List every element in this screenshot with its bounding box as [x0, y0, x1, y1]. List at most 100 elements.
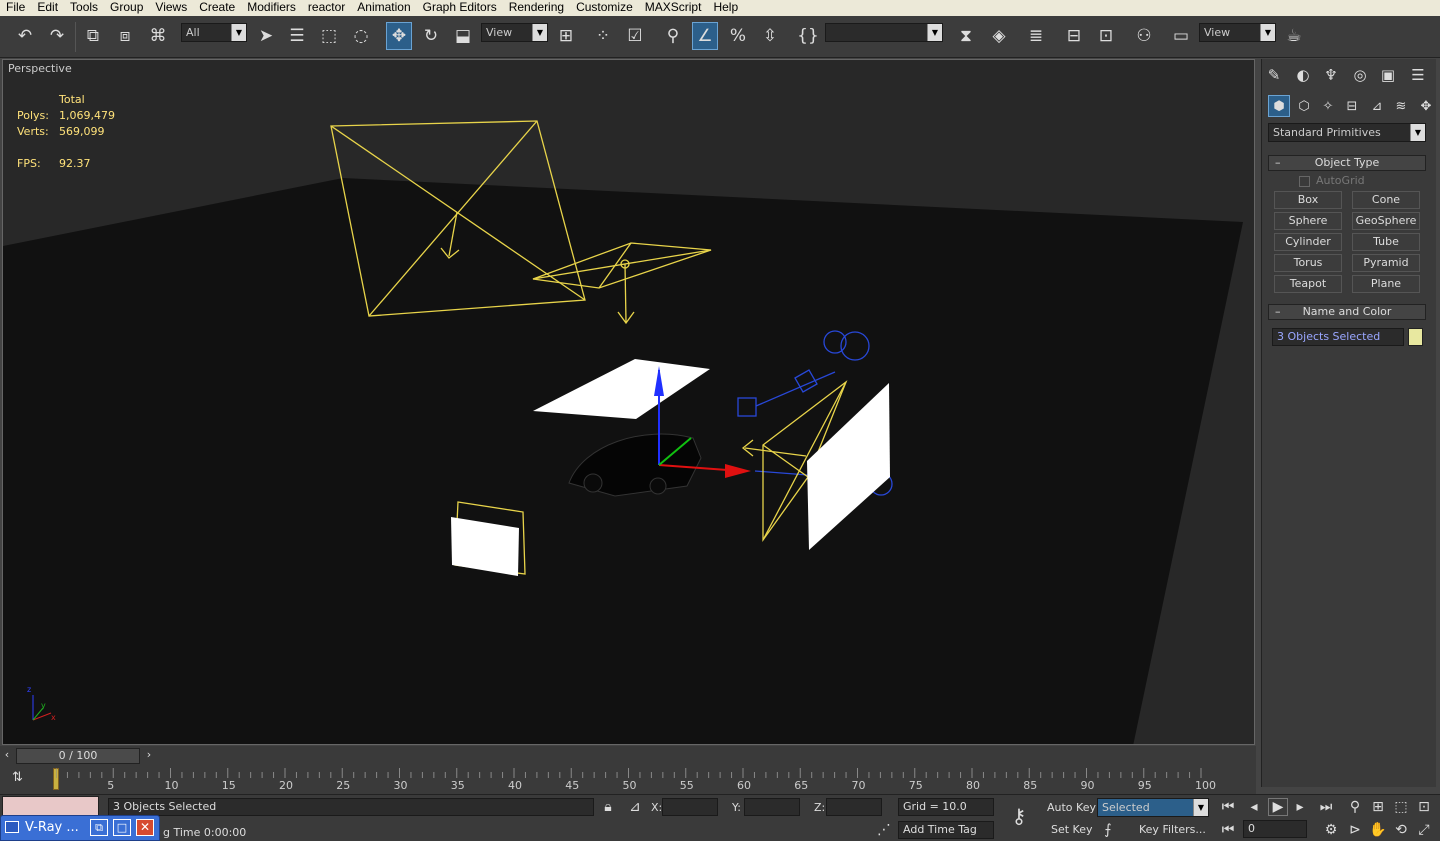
category-dropdown[interactable]: Standard Primitives ▼	[1268, 123, 1426, 142]
undo-icon[interactable]: ↶	[12, 22, 38, 50]
field-of-view-icon[interactable]: ⊳	[1345, 821, 1365, 839]
zoom-icon[interactable]: ⚲	[1345, 798, 1365, 816]
tube-button[interactable]: Tube	[1352, 233, 1420, 251]
select-rotate-icon[interactable]: ↻	[418, 22, 444, 50]
orbit-icon[interactable]: ⟲	[1391, 821, 1411, 839]
time-config-icon[interactable]: ⚙	[1321, 821, 1341, 839]
mini-curve-editor-icon[interactable]: ⇅	[12, 770, 30, 788]
zoom-extents-icon[interactable]: ⬚	[1391, 798, 1411, 816]
goto-end-icon[interactable]: ⏭	[1316, 798, 1336, 816]
zoom-extents-all-icon[interactable]: ⊡	[1414, 798, 1434, 816]
object-type-rollout[interactable]: – Object Type	[1268, 155, 1426, 171]
current-frame-field[interactable]: 0	[1243, 820, 1307, 838]
helpers-icon[interactable]: ⊿	[1366, 95, 1388, 117]
utilities-tab-icon[interactable]: ☰	[1406, 63, 1430, 87]
key-icon[interactable]: ⚷	[1004, 804, 1034, 828]
y-coord-field[interactable]	[744, 798, 800, 816]
unlink-icon[interactable]: ⧈	[112, 22, 138, 50]
prev-key-icon[interactable]: ◂	[1244, 798, 1264, 816]
perspective-viewport[interactable]: Perspective Total Polys: 1,069,479 Verts:…	[2, 59, 1255, 745]
bind-spacewarp-icon[interactable]: ⌘	[145, 22, 171, 50]
align-icon[interactable]: ◈	[986, 22, 1012, 50]
cylinder-button[interactable]: Cylinder	[1274, 233, 1342, 251]
render-view-dropdown[interactable]: View ▼	[1199, 23, 1276, 42]
next-key-icon[interactable]: ▸	[1290, 798, 1310, 816]
menu-edit[interactable]: Edit	[31, 0, 64, 16]
next-frame-icon[interactable]: ›	[142, 748, 156, 764]
torus-button[interactable]: Torus	[1274, 254, 1342, 272]
snap-toggle-icon[interactable]: ⚲	[660, 22, 686, 50]
menu-modifiers[interactable]: Modifiers	[241, 0, 302, 16]
rect-selection-icon[interactable]: ⬚	[316, 22, 342, 50]
set-key-button[interactable]: Set Key	[1051, 823, 1093, 836]
menu-views[interactable]: Views	[149, 0, 193, 16]
vray-taskbar-window[interactable]: V-Ray ... ⧉ □ ✕	[0, 815, 160, 841]
z-coord-field[interactable]	[826, 798, 882, 816]
teapot-button[interactable]: Teapot	[1274, 275, 1342, 293]
menu-reactor[interactable]: reactor	[302, 0, 351, 16]
percent-snap-icon[interactable]: %	[725, 22, 751, 50]
menu-graph-editors[interactable]: Graph Editors	[417, 0, 503, 16]
play-icon[interactable]: ▶	[1268, 798, 1288, 816]
autogrid-checkbox[interactable]: AutoGrid	[1299, 174, 1365, 187]
time-tag-icon[interactable]: ⋰	[874, 821, 894, 839]
restore-icon[interactable]: ⧉	[90, 819, 108, 836]
geometry-icon[interactable]: ⬢	[1268, 95, 1290, 117]
pivot-center-icon[interactable]: ⊞	[553, 22, 579, 50]
schematic-view-icon[interactable]: ⊡	[1093, 22, 1119, 50]
key-tangent-icon[interactable]: ⨍	[1098, 821, 1118, 839]
spacewarps-icon[interactable]: ≋	[1390, 95, 1412, 117]
add-time-tag-button[interactable]: Add Time Tag	[898, 821, 994, 839]
name-color-rollout[interactable]: – Name and Color	[1268, 304, 1426, 320]
angle-snap-icon[interactable]: ∠	[692, 22, 718, 50]
x-coord-field[interactable]	[662, 798, 718, 816]
close-icon[interactable]: ✕	[136, 819, 154, 836]
create-tab-icon[interactable]: ✎	[1262, 63, 1286, 87]
cameras-icon[interactable]: ⊟	[1341, 95, 1363, 117]
display-tab-icon[interactable]: ▣	[1376, 63, 1400, 87]
lock-icon[interactable]: 🔒︎	[598, 798, 618, 816]
manipulate-icon[interactable]: ⁘	[590, 22, 616, 50]
maximize-viewport-icon[interactable]: ⤢	[1414, 821, 1434, 839]
select-by-name-icon[interactable]: ☰	[284, 22, 310, 50]
pyramid-button[interactable]: Pyramid	[1352, 254, 1420, 272]
time-slider-thumb[interactable]: 0 / 100	[16, 748, 140, 764]
motion-tab-icon[interactable]: ◎	[1348, 63, 1372, 87]
menu-tools[interactable]: Tools	[64, 0, 104, 16]
selection-filter-dropdown[interactable]: All ▼	[181, 23, 247, 42]
select-move-icon[interactable]: ✥	[386, 22, 412, 50]
spinner-snap-icon[interactable]: ⇳	[757, 22, 783, 50]
select-link-icon[interactable]: ⧉	[80, 22, 106, 50]
key-mode-toggle-icon[interactable]: ⏮	[1218, 821, 1238, 839]
systems-icon[interactable]: ✥	[1415, 95, 1437, 117]
edit-named-selection-icon[interactable]: {}	[795, 22, 821, 50]
geosphere-button[interactable]: GeoSphere	[1352, 212, 1420, 230]
window-crossing-icon[interactable]: ◌	[348, 22, 374, 50]
render-setup-icon[interactable]: ▭	[1168, 22, 1194, 50]
object-name-field[interactable]: 3 Objects Selected	[1272, 328, 1404, 346]
color-swatch[interactable]	[1408, 328, 1423, 346]
menu-file[interactable]: File	[0, 0, 31, 16]
hierarchy-tab-icon[interactable]: ♆	[1319, 63, 1343, 87]
auto-key-button[interactable]: Auto Key	[1047, 801, 1096, 814]
material-editor-icon[interactable]: ⚇	[1131, 22, 1157, 50]
redo-icon[interactable]: ↷	[44, 22, 70, 50]
modify-tab-icon[interactable]: ◐	[1291, 63, 1315, 87]
quick-render-icon[interactable]: ☕	[1281, 22, 1307, 50]
mirror-icon[interactable]: ⧗	[953, 22, 979, 50]
shapes-icon[interactable]: ⬡	[1293, 95, 1315, 117]
plane-button[interactable]: Plane	[1352, 275, 1420, 293]
select-object-icon[interactable]: ➤	[253, 22, 279, 50]
menu-rendering[interactable]: Rendering	[503, 0, 570, 16]
lights-icon[interactable]: ✧	[1317, 95, 1339, 117]
goto-start-icon[interactable]: ⏮	[1218, 798, 1238, 816]
menu-help[interactable]: Help	[707, 0, 744, 16]
menu-group[interactable]: Group	[104, 0, 149, 16]
keyboard-shortcut-icon[interactable]: ☑	[622, 22, 648, 50]
layer-manager-icon[interactable]: ≣	[1023, 22, 1049, 50]
ref-coord-dropdown[interactable]: View ▼	[481, 23, 548, 42]
pan-icon[interactable]: ✋	[1368, 821, 1388, 839]
zoom-all-icon[interactable]: ⊞	[1368, 798, 1388, 816]
maxscript-listener[interactable]	[2, 796, 99, 816]
curve-editor-icon[interactable]: ⊟	[1061, 22, 1087, 50]
